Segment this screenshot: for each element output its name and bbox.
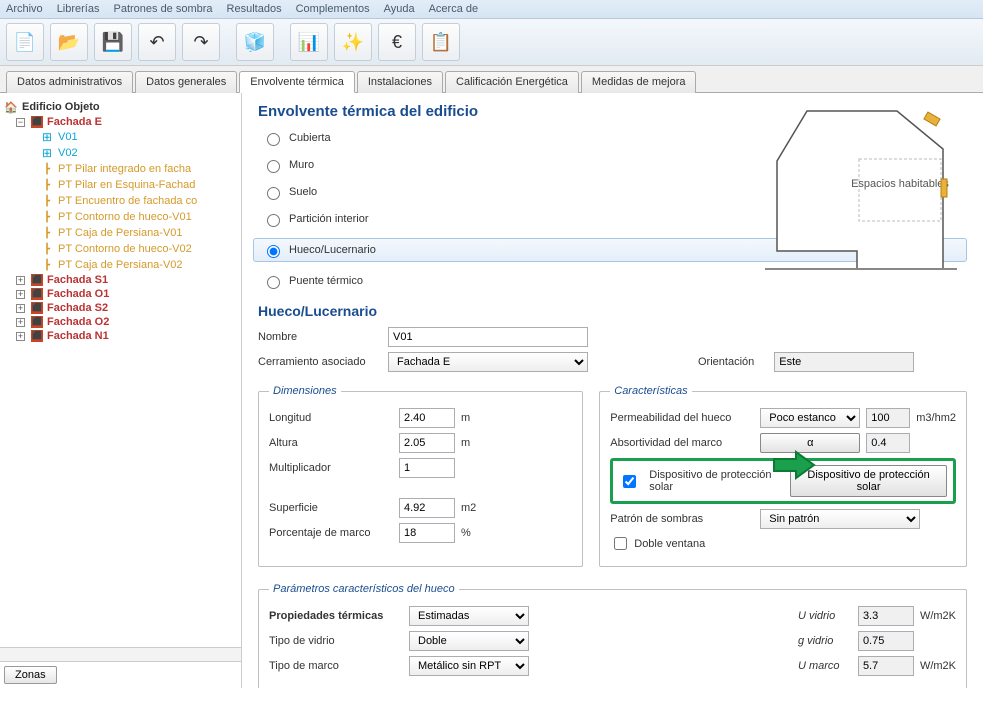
highlight-arrow-icon <box>772 450 816 480</box>
tb-3d[interactable]: 🧊 <box>236 23 274 61</box>
uvid-value <box>858 606 914 626</box>
tab-medidas[interactable]: Medidas de mejora <box>581 71 697 93</box>
menu-acerca[interactable]: Acerca de <box>429 3 479 15</box>
parametros-group: Parámetros característicos del hueco Pro… <box>258 583 967 688</box>
expand-icon[interactable]: + <box>16 332 25 341</box>
tree-fachada-s1[interactable]: +⬛Fachada S1 <box>4 273 237 287</box>
patron-select[interactable]: Sin patrón <box>760 509 920 529</box>
tb-report[interactable]: 📋 <box>422 23 460 61</box>
content-panel: Envolvente térmica del edificio Espacios… <box>242 93 983 688</box>
tab-datos-gen[interactable]: Datos generales <box>135 71 237 93</box>
window-icon: ⊞ <box>40 146 54 160</box>
prop-select[interactable]: Estimadas <box>409 606 529 626</box>
tree-fachada-n1[interactable]: +⬛Fachada N1 <box>4 329 237 343</box>
longitud-input[interactable] <box>399 408 455 428</box>
bridge-icon <box>40 226 54 240</box>
dimensiones-group: Dimensiones Longitudm Alturam Multiplica… <box>258 385 583 567</box>
tvid-select[interactable]: Doble <box>409 631 529 651</box>
cerr-select[interactable]: Fachada E <box>388 352 588 372</box>
orient-input <box>774 352 914 372</box>
tree-fachada-o1[interactable]: +⬛Fachada O1 <box>4 287 237 301</box>
building-icon <box>4 100 18 114</box>
tree-hscroll[interactable] <box>0 647 241 661</box>
menu-resultados[interactable]: Resultados <box>227 3 282 15</box>
tree-v01[interactable]: ⊞V01 <box>4 129 237 145</box>
expand-icon[interactable]: + <box>16 276 25 285</box>
window-icon: ⊞ <box>40 130 54 144</box>
tree-pt-7[interactable]: PT Caja de Persiana-V02 <box>4 257 237 273</box>
svg-text:Espacios habitables: Espacios habitables <box>851 178 949 190</box>
tab-envolvente[interactable]: Envolvente térmica <box>239 71 355 93</box>
abs-value <box>866 433 910 453</box>
sidebar: Edificio Objeto −⬛Fachada E ⊞V01 ⊞V02 PT… <box>0 93 242 688</box>
tb-save[interactable]: 💾 <box>94 23 132 61</box>
nombre-label: Nombre <box>258 331 388 343</box>
expand-icon[interactable]: + <box>16 318 25 327</box>
toolbar: 📄 📂 💾 ↶ ↷ 🧊 📊 ✨ € 📋 <box>0 19 983 66</box>
tab-calificacion[interactable]: Calificación Energética <box>445 71 579 93</box>
tab-bar: Datos administrativos Datos generales En… <box>0 66 983 93</box>
tree-root[interactable]: Edificio Objeto <box>4 99 237 115</box>
bridge-icon <box>40 242 54 256</box>
tree-fachada-o2[interactable]: +⬛Fachada O2 <box>4 315 237 329</box>
menu-archivo[interactable]: Archivo <box>6 3 43 15</box>
tree-pt-5[interactable]: PT Caja de Persiana-V01 <box>4 225 237 241</box>
tree-pt-1[interactable]: PT Pilar integrado en facha <box>4 161 237 177</box>
tree-v02[interactable]: ⊞V02 <box>4 145 237 161</box>
expand-icon[interactable]: + <box>16 304 25 313</box>
menu-librerias[interactable]: Librerías <box>57 3 100 15</box>
tb-rating[interactable]: 📊 <box>290 23 328 61</box>
tree-fachada-s2[interactable]: +⬛Fachada S2 <box>4 301 237 315</box>
building-diagram: Espacios habitables <box>747 101 967 281</box>
mult-input[interactable] <box>399 458 455 478</box>
pmarco-input[interactable] <box>399 523 455 543</box>
facade-icon: ⬛ <box>31 330 43 342</box>
facade-icon: ⬛ <box>31 316 43 328</box>
nombre-input[interactable] <box>388 327 588 347</box>
tab-datos-admin[interactable]: Datos administrativos <box>6 71 133 93</box>
tree-pt-4[interactable]: PT Contorno de hueco-V01 <box>4 209 237 225</box>
facade-icon: ⬛ <box>31 116 43 128</box>
tree-fachada-e[interactable]: −⬛Fachada E <box>4 115 237 129</box>
collapse-icon[interactable]: − <box>16 118 25 127</box>
menu-patrones[interactable]: Patrones de sombra <box>113 3 212 15</box>
tb-new[interactable]: 📄 <box>6 23 44 61</box>
tb-undo[interactable]: ↶ <box>138 23 176 61</box>
bridge-icon <box>40 178 54 192</box>
tmar-select[interactable]: Metálico sin RPT <box>409 656 529 676</box>
tab-instalaciones[interactable]: Instalaciones <box>357 71 443 93</box>
tb-wizard[interactable]: ✨ <box>334 23 372 61</box>
bridge-icon <box>40 258 54 272</box>
facade-icon: ⬛ <box>31 302 43 314</box>
menu-complementos[interactable]: Complementos <box>296 3 370 15</box>
tree-pt-3[interactable]: PT Encuentro de fachada co <box>4 193 237 209</box>
tb-redo[interactable]: ↷ <box>182 23 220 61</box>
tree[interactable]: Edificio Objeto −⬛Fachada E ⊞V01 ⊞V02 PT… <box>0 93 241 647</box>
superficie-input[interactable] <box>399 498 455 518</box>
bridge-icon <box>40 162 54 176</box>
perm-value <box>866 408 910 428</box>
facade-icon: ⬛ <box>31 288 43 300</box>
cerr-label: Cerramiento asociado <box>258 356 388 368</box>
orient-label: Orientación <box>698 356 754 368</box>
disp-checkbox[interactable] <box>623 475 636 488</box>
tb-open[interactable]: 📂 <box>50 23 88 61</box>
facade-icon: ⬛ <box>31 274 43 286</box>
bridge-icon <box>40 194 54 208</box>
tree-pt-2[interactable]: PT Pilar en Esquina-Fachad <box>4 177 237 193</box>
disp-label: Dispositivo de protección solar <box>649 469 780 493</box>
umar-value <box>858 656 914 676</box>
gvid-value <box>858 631 914 651</box>
bridge-icon <box>40 210 54 224</box>
menu-bar: Archivo Librerías Patrones de sombra Res… <box>0 0 983 19</box>
tb-euro[interactable]: € <box>378 23 416 61</box>
altura-input[interactable] <box>399 433 455 453</box>
subsection-title: Hueco/Lucernario <box>258 303 967 319</box>
perm-select[interactable]: Poco estanco <box>760 408 860 428</box>
zonas-button[interactable]: Zonas <box>4 666 57 684</box>
menu-ayuda[interactable]: Ayuda <box>384 3 415 15</box>
expand-icon[interactable]: + <box>16 290 25 299</box>
tree-pt-6[interactable]: PT Contorno de hueco-V02 <box>4 241 237 257</box>
doble-checkbox[interactable] <box>614 537 627 550</box>
